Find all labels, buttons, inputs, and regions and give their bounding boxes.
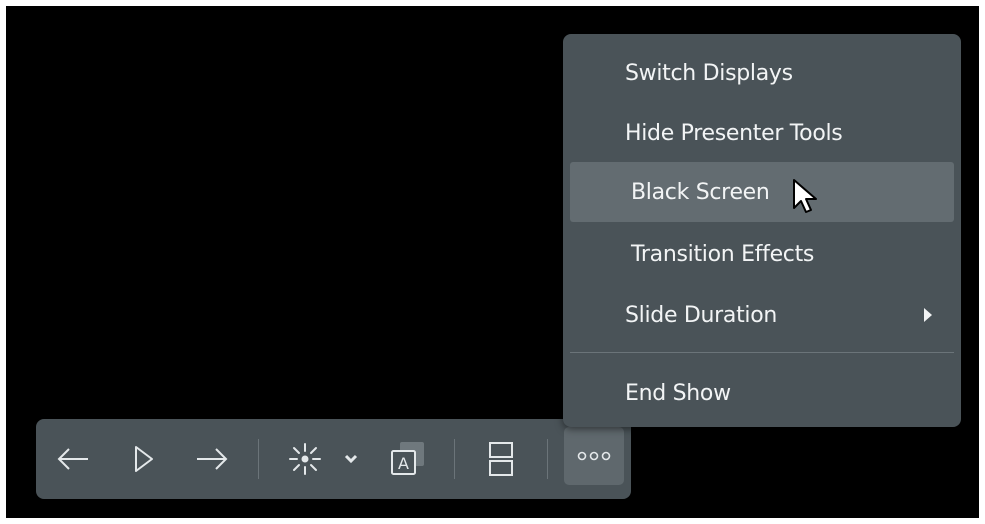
menu-item-label: Black Screen bbox=[631, 179, 770, 205]
split-layout-icon bbox=[489, 442, 513, 476]
presenter-toolbar: A bbox=[36, 419, 631, 499]
menu-item-end-show[interactable]: End Show bbox=[570, 363, 954, 423]
laser-pointer-icon bbox=[289, 443, 321, 475]
mouse-cursor-icon bbox=[793, 179, 817, 213]
menu-item-label: Switch Displays bbox=[625, 60, 793, 86]
subtitles-icon: A bbox=[391, 442, 424, 475]
play-button[interactable] bbox=[124, 431, 164, 487]
toolbar-divider bbox=[454, 439, 455, 479]
more-options-button[interactable] bbox=[564, 427, 624, 485]
laser-pointer-button[interactable] bbox=[285, 431, 325, 487]
next-button[interactable] bbox=[189, 431, 235, 487]
menu-item-hide-presenter-tools[interactable]: Hide Presenter Tools bbox=[570, 103, 954, 163]
menu-item-switch-displays[interactable]: Switch Displays bbox=[570, 43, 954, 103]
layout-button[interactable] bbox=[481, 431, 521, 487]
arrow-left-icon bbox=[57, 448, 88, 470]
menu-divider bbox=[570, 352, 954, 353]
previous-button[interactable] bbox=[50, 431, 96, 487]
svg-text:A: A bbox=[398, 454, 409, 473]
chevron-down-icon bbox=[344, 454, 358, 464]
menu-item-label: Hide Presenter Tools bbox=[625, 120, 843, 146]
arrow-right-icon bbox=[197, 448, 228, 470]
subtitles-button[interactable]: A bbox=[382, 431, 432, 487]
toolbar-divider bbox=[258, 439, 259, 479]
menu-item-label: Transition Effects bbox=[631, 241, 815, 267]
menu-item-transition-effects[interactable]: Transition Effects bbox=[570, 224, 954, 284]
more-dots-icon bbox=[577, 451, 611, 461]
toolbar-divider bbox=[547, 439, 548, 479]
menu-item-black-screen[interactable]: Black Screen bbox=[570, 162, 954, 222]
play-icon bbox=[135, 446, 153, 472]
more-options-menu: Switch Displays Hide Presenter Tools Bla… bbox=[563, 34, 961, 427]
pointer-options-button[interactable] bbox=[339, 431, 363, 487]
menu-item-label: Slide Duration bbox=[625, 302, 778, 328]
menu-item-slide-duration[interactable]: Slide Duration bbox=[570, 285, 954, 345]
submenu-arrow-icon bbox=[924, 308, 932, 322]
menu-item-label: End Show bbox=[625, 380, 731, 406]
